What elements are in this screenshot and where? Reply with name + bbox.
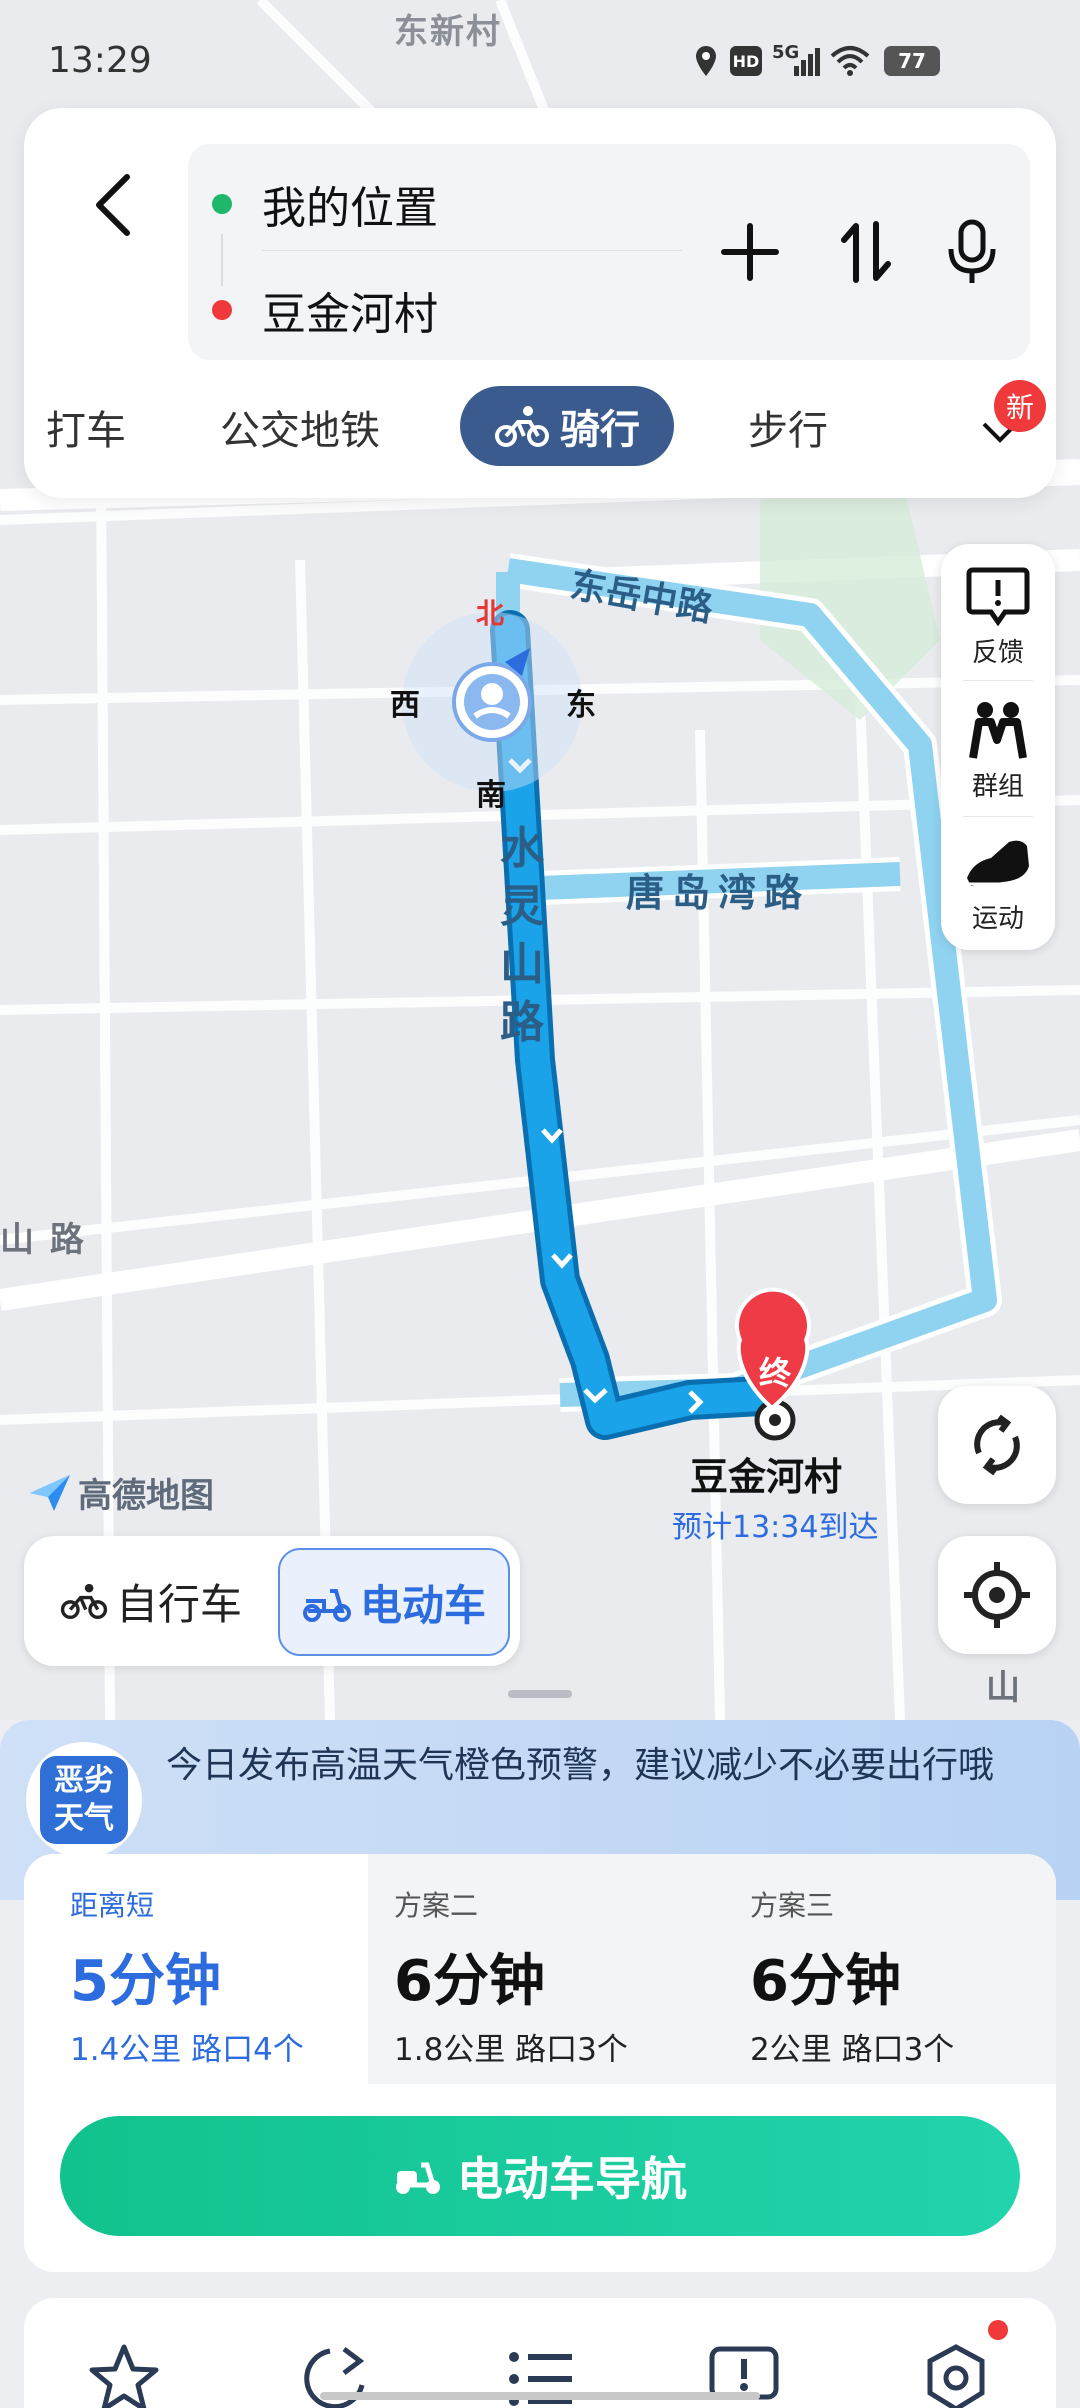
refresh-icon — [974, 1414, 1020, 1476]
destination-eta: 预计13:34到达 — [672, 1510, 879, 1545]
compass-south: 南 — [476, 778, 506, 813]
tab-cycling-label: 骑行 — [560, 407, 640, 453]
group-label: 群组 — [971, 771, 1024, 802]
route-plan-3[interactable]: 方案三 6分钟 2公里 路口3个 — [712, 1854, 1056, 2084]
group-button[interactable]: 群组 — [941, 686, 1055, 816]
destination-row[interactable]: 豆金河村 — [212, 280, 438, 340]
map-side-toolbar: 反馈 群组 运动 — [941, 544, 1055, 950]
vehicle-ebike-label: 电动车 — [359, 1580, 486, 1630]
toolbar-divider — [963, 680, 1033, 681]
road-label-right: 山 — [986, 1668, 1022, 1708]
origin-text: 我的位置 — [262, 183, 438, 234]
settings-icon — [927, 2344, 985, 2408]
tab-transit[interactable]: 公交地铁 — [220, 398, 380, 456]
plan-tag: 距离短 — [70, 1889, 155, 1922]
compass-east: 东 — [566, 688, 596, 723]
start-navigation-button[interactable]: 电动车导航 — [60, 2116, 1020, 2236]
status-bar: 13:29 HD 5G 77 — [0, 0, 1080, 110]
amap-arrow-icon — [30, 1474, 70, 1511]
vehicle-bike-label: 自行车 — [116, 1579, 243, 1629]
route-bottom-sheet: 恶劣 天气 今日发布高温天气橙色预警，建议减少不必要出行哦 距离短 5分钟 1.4… — [0, 1720, 1080, 2408]
road-label-shuiling: 水灵山路 — [500, 823, 544, 1048]
toolbar-divider — [963, 816, 1033, 817]
destination-dot-icon — [212, 300, 232, 320]
compass-west: 西 — [390, 688, 420, 723]
weather-icon-line1: 恶劣 — [54, 1763, 114, 1798]
sport-label: 运动 — [971, 903, 1024, 934]
route-plans-card: 距离短 5分钟 1.4公里 路口4个 方案二 6分钟 1.8公里 路口3个 方案… — [24, 1854, 1056, 2272]
home-indicator[interactable] — [320, 2392, 760, 2400]
refresh-route-button[interactable] — [938, 1386, 1056, 1504]
amap-logo: 高德地图 — [28, 1468, 214, 1517]
severe-weather-icon: 恶劣 天气 — [26, 1742, 142, 1858]
feedback-button[interactable]: 反馈 — [941, 552, 1055, 682]
sheet-drag-handle[interactable] — [508, 1690, 572, 1698]
road-label-tangdaowan: 唐岛湾路 — [626, 871, 811, 915]
group-icon — [969, 701, 1027, 759]
destination-text: 豆金河村 — [262, 289, 438, 340]
route-input-box: 我的位置 豆金河村 — [188, 144, 1030, 360]
swap-icon — [841, 221, 891, 283]
scooter-icon — [302, 1589, 351, 1622]
plus-icon — [721, 223, 779, 281]
sport-button[interactable]: 运动 — [941, 820, 1055, 950]
settings-button[interactable] — [916, 2338, 996, 2408]
plan-duration: 5分钟 — [70, 1949, 221, 2014]
back-arrow-icon — [96, 174, 130, 236]
hd-icon: HD — [730, 46, 762, 76]
travel-mode-tabs: 打车 公交地铁 骑行 步行 新 — [24, 380, 1056, 472]
signal-icon — [794, 48, 820, 76]
status-time: 13:29 — [48, 40, 152, 81]
origin-row[interactable]: 我的位置 — [212, 174, 438, 234]
sneaker-icon — [967, 840, 1029, 886]
weather-alert-text: 今日发布高温天气橙色预警，建议减少不必要出行哦 — [166, 1745, 995, 1786]
location-icon — [696, 46, 716, 76]
voice-input-button[interactable] — [930, 210, 1014, 294]
microphone-icon — [948, 219, 996, 283]
road-label-left: 山 路 — [0, 1220, 86, 1260]
feedback-icon — [966, 567, 1030, 626]
tab-walk[interactable]: 步行 — [748, 398, 828, 456]
route-divider — [262, 250, 682, 251]
swap-route-button[interactable] — [824, 210, 908, 294]
origin-dot-icon — [212, 194, 232, 214]
plan-details: 1.4公里 路口4个 — [70, 2032, 304, 2068]
route-plan-2[interactable]: 方案二 6分钟 1.8公里 路口3个 — [368, 1854, 712, 2084]
scooter-icon — [396, 2162, 440, 2194]
destination-name: 豆金河村 — [690, 1455, 843, 1499]
vehicle-ebike-option[interactable]: 电动车 — [278, 1548, 510, 1656]
new-badge: 新 — [994, 380, 1046, 432]
back-button[interactable] — [68, 150, 158, 260]
plan-tag: 方案三 — [750, 1889, 835, 1922]
tab-cycling[interactable]: 骑行 — [460, 386, 674, 466]
crosshair-icon — [964, 1562, 1030, 1628]
vehicle-type-switch: 自行车 电动车 — [24, 1536, 520, 1666]
app-root: 东新村 东岳中路 水灵山路 唐岛湾路 山 路 山 北 南 西 东 终 豆金河村 … — [0, 0, 1080, 2408]
settings-notification-dot — [988, 2320, 1008, 2340]
tab-taxi[interactable]: 打车 — [46, 398, 126, 456]
route-connector — [221, 234, 223, 286]
compass-north: 北 — [476, 597, 505, 630]
favorite-button[interactable] — [84, 2338, 164, 2408]
wifi-icon — [830, 46, 870, 76]
weather-icon-line2: 天气 — [54, 1801, 114, 1836]
start-navigation-label: 电动车导航 — [457, 2152, 687, 2206]
locate-me-button[interactable] — [938, 1536, 1056, 1654]
amap-logo-text: 高德地图 — [78, 1476, 214, 1516]
destination-marker[interactable]: 终 — [752, 1348, 798, 1394]
plan-duration: 6分钟 — [394, 1949, 545, 2014]
feedback-label: 反馈 — [971, 637, 1024, 668]
battery-icon: 77 — [884, 46, 940, 76]
route-plan-1[interactable]: 距离短 5分钟 1.4公里 路口4个 — [24, 1854, 368, 2084]
star-icon — [89, 2344, 159, 2408]
plan-duration: 6分钟 — [750, 1949, 901, 2014]
add-waypoint-button[interactable] — [708, 210, 792, 294]
plan-details: 1.8公里 路口3个 — [394, 2032, 628, 2068]
bicycle-icon — [495, 406, 549, 447]
vehicle-bike-option[interactable]: 自行车 — [60, 1566, 242, 1636]
bicycle-icon — [60, 1583, 108, 1619]
plan-tag: 方案二 — [394, 1889, 479, 1922]
plan-details: 2公里 路口3个 — [750, 2032, 955, 2068]
route-search-card: 我的位置 豆金河村 打车 公交地铁 骑行 步行 新 — [24, 108, 1056, 498]
